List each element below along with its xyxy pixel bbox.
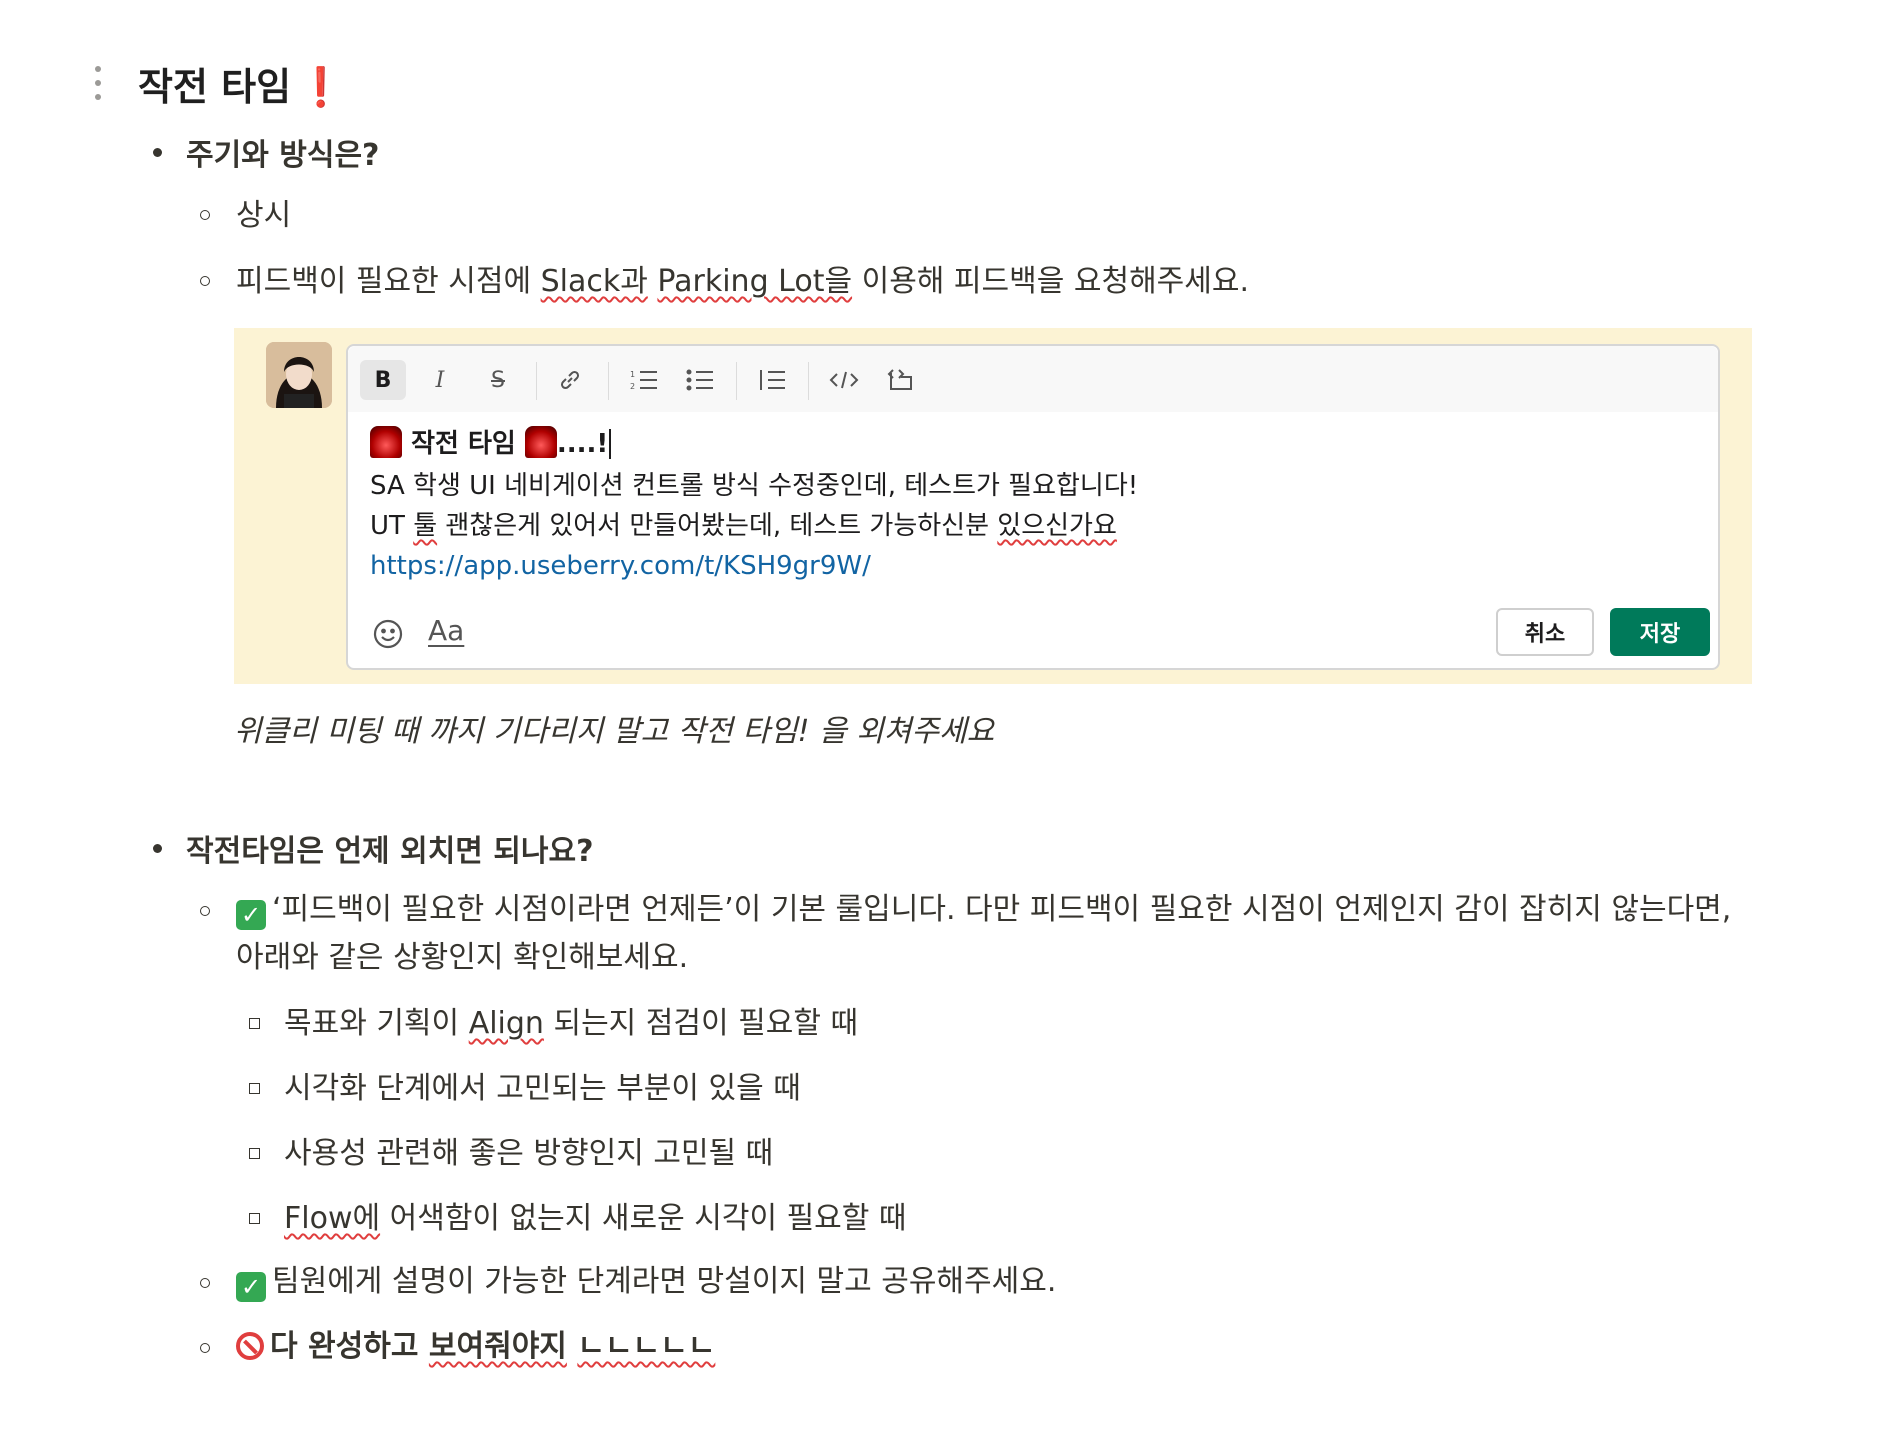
list-item: 다 완성하고 보여줘야지 ㄴㄴㄴㄴㄴ [236, 1323, 715, 1371]
emoji-icon[interactable] [372, 618, 404, 654]
bullet-marker [153, 148, 162, 157]
section2-heading: 작전타임은 언제 외치면 되나요? [186, 834, 594, 869]
bullet-marker [200, 210, 210, 220]
bullet-marker [200, 1278, 210, 1288]
ordered-list-icon[interactable]: 12 [624, 360, 664, 400]
sub-list-item: 사용성 관련해 좋은 방향인지 고민될 때 [284, 1136, 774, 1171]
bullet-marker [200, 906, 210, 916]
link-icon[interactable] [550, 360, 590, 400]
sub-list-item: 목표와 기획이 Align 되는지 점검이 필요할 때 [284, 1006, 859, 1041]
bullet-list-icon[interactable] [680, 360, 720, 400]
check-icon: ✓ [236, 900, 266, 930]
list-item: ✓ 팀원에게 설명이 가능한 단계라면 망설이지 말고 공유해주세요. [236, 1258, 1056, 1306]
page-title: 작전 타임 ❗ [138, 65, 345, 109]
bullet-marker [153, 844, 162, 853]
bullet-marker [200, 276, 210, 286]
bullet-marker [249, 1213, 260, 1224]
cancel-button[interactable]: 취소 [1496, 608, 1594, 656]
message-link[interactable]: https://app.useberry.com/t/KSH9gr9W/ [370, 546, 871, 586]
siren-icon [370, 426, 402, 458]
blockquote-icon[interactable] [752, 360, 792, 400]
message-line: UT 툴 괜찮은게 있어서 만들어봤는데, 테스트 가능하신분 있으신가요 [370, 511, 1117, 541]
svg-text:1: 1 [630, 370, 635, 379]
message-line: SA 학생 UI 네비게이션 컨트롤 방식 수정중인데, 테스트가 필요합니다! [370, 471, 1139, 501]
section1-heading: 주기와 방식은? [186, 138, 380, 173]
save-button[interactable]: 저장 [1610, 608, 1710, 656]
no-entry-icon [236, 1332, 264, 1360]
code-block-icon[interactable] [880, 360, 920, 400]
svg-text:2: 2 [630, 382, 635, 391]
format-text-button[interactable]: Aa [428, 614, 464, 647]
check-icon: ✓ [236, 1272, 266, 1302]
exclamation-icon: ❗ [297, 65, 345, 109]
siren-icon [524, 426, 557, 458]
list-item-continuation: 아래와 같은 상황인지 확인해보세요. [236, 940, 689, 975]
avatar [266, 342, 332, 408]
list-item: ✓ ‘피드백이 필요한 시점이라면 언제든’이 기본 룰입니다. 다만 피드백이 … [236, 886, 1731, 934]
list-item: 상시 [236, 198, 292, 233]
sub-list-item: Flow에 어색함이 없는지 새로운 시각이 필요할 때 [284, 1201, 907, 1236]
text-cursor [609, 429, 612, 459]
strikethrough-button[interactable]: S [478, 360, 518, 400]
code-icon[interactable] [824, 360, 864, 400]
image-caption: 위클리 미팅 때 까지 기다리지 말고 작전 타임! 을 외쳐주세요 [234, 714, 995, 749]
bullet-marker [249, 1148, 260, 1159]
bold-button[interactable]: B [360, 360, 406, 400]
italic-button[interactable]: I [420, 360, 460, 400]
message-title: 작전 타임 ....! [370, 424, 612, 464]
bullet-marker [249, 1083, 260, 1094]
block-drag-handle[interactable] [92, 66, 104, 100]
bullet-marker [200, 1343, 210, 1353]
sub-list-item: 시각화 단계에서 고민되는 부분이 있을 때 [284, 1071, 801, 1106]
list-item: 피드백이 필요한 시점에 Slack과 Parking Lot을 이용해 피드백… [236, 264, 1250, 299]
bullet-marker [249, 1018, 260, 1029]
